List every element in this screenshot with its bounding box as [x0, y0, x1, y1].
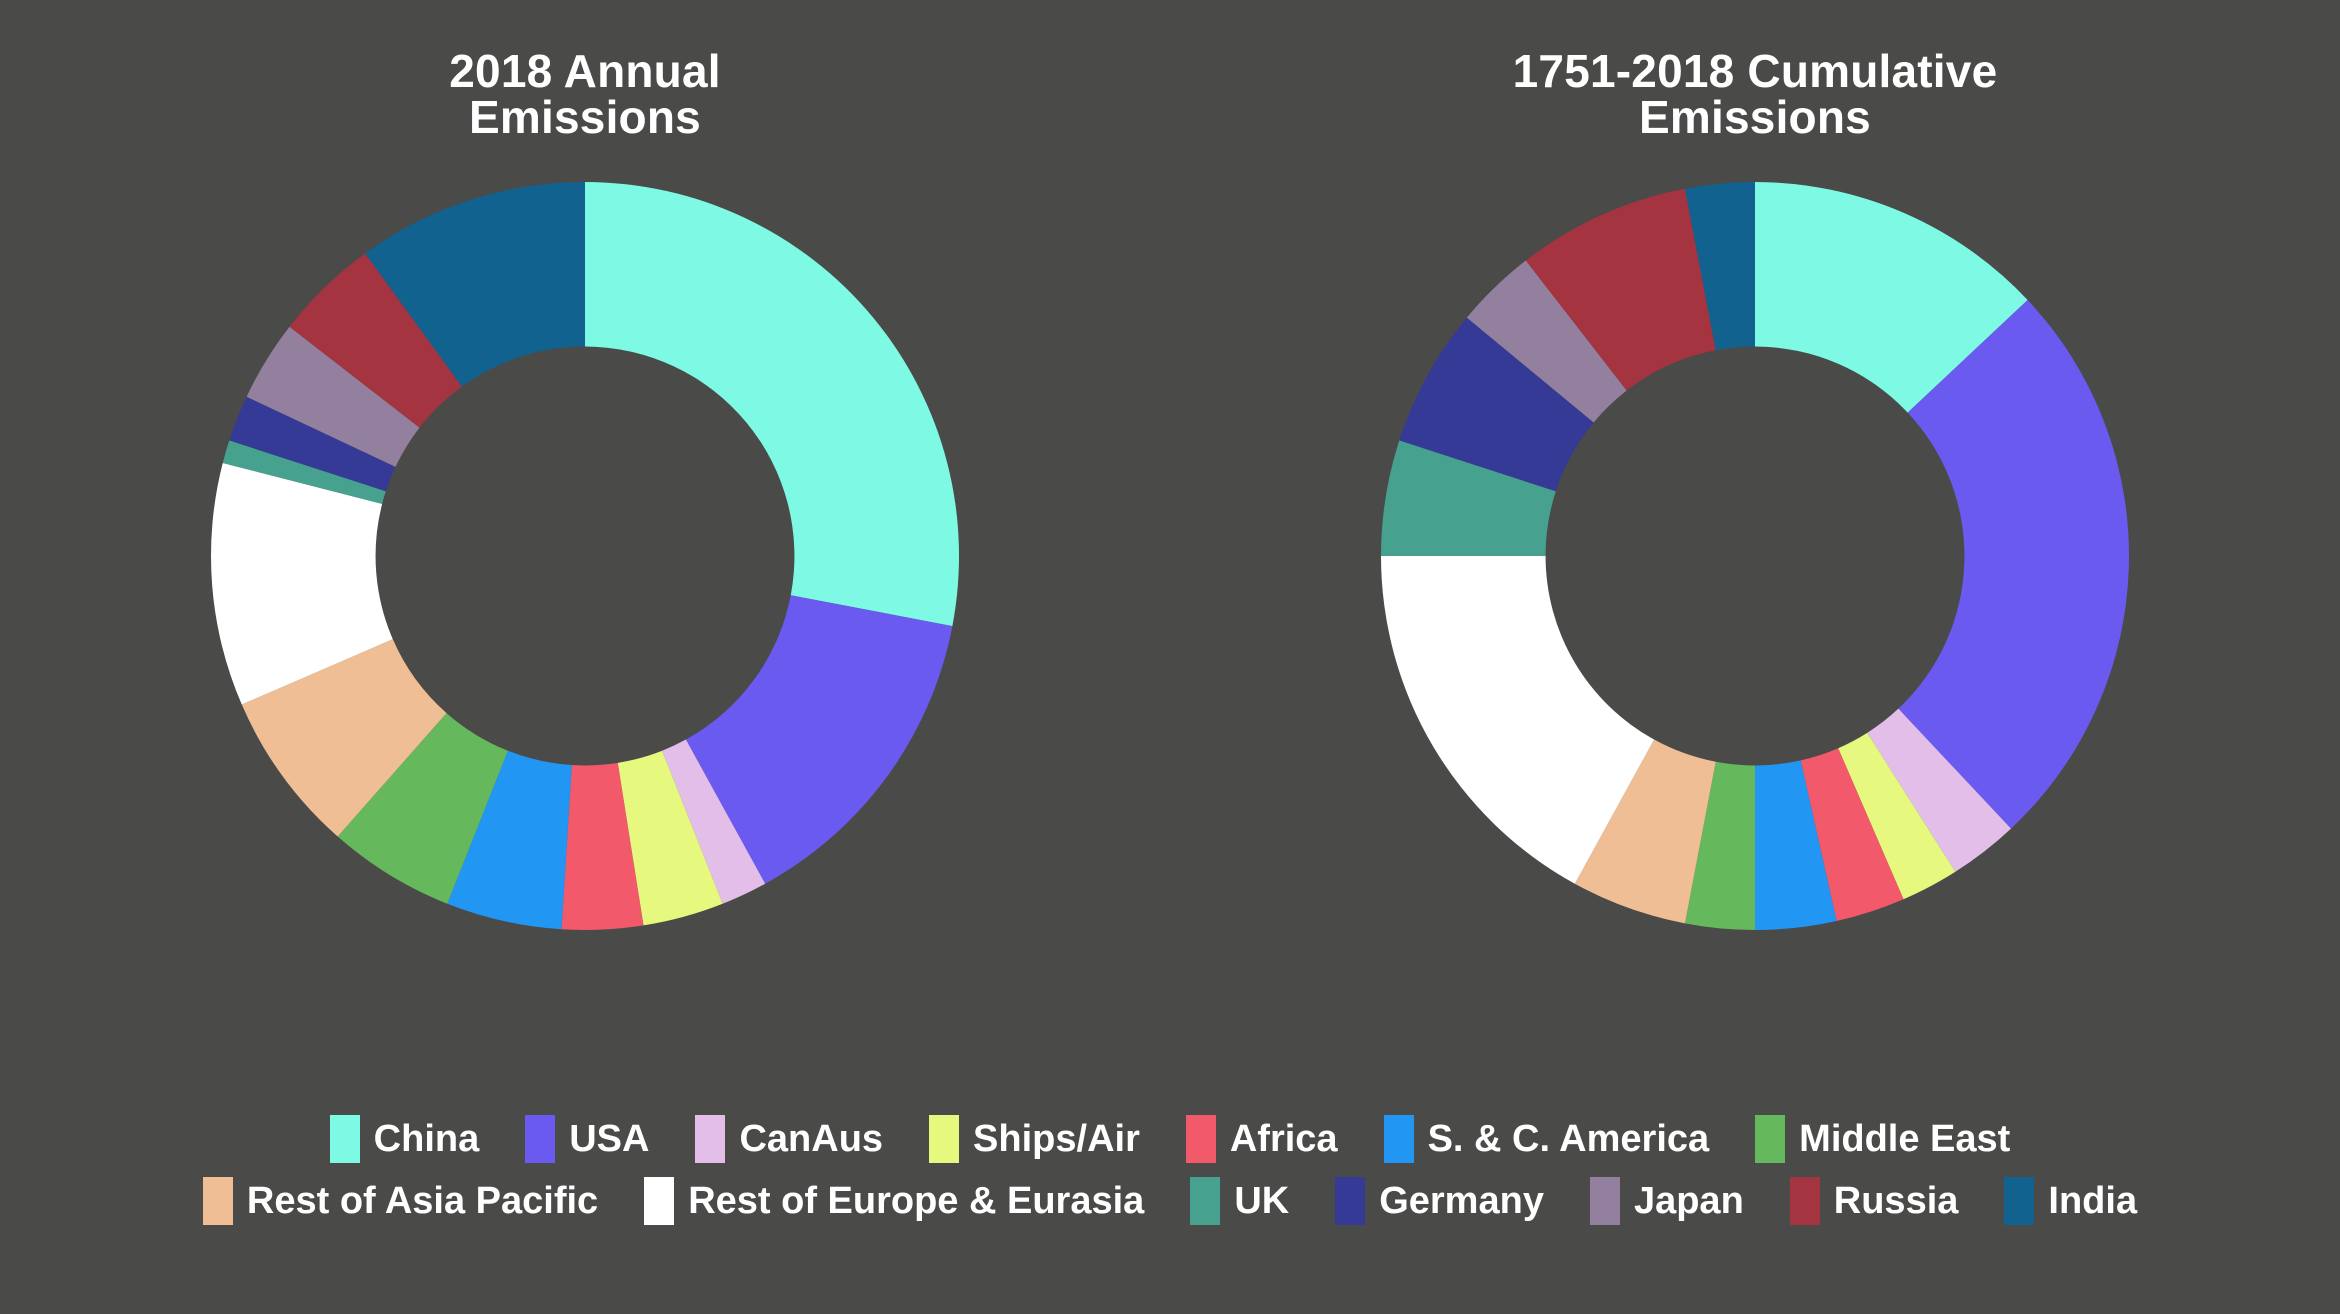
legend-item-label: USA	[569, 1118, 650, 1160]
legend-swatch-icon	[1789, 1177, 1820, 1225]
chart-title-annual: 2018 Annual Emissions	[449, 45, 721, 143]
legend-item[interactable]: India	[2004, 1177, 2137, 1225]
legend-item-label: Ships/Air	[973, 1118, 1140, 1160]
legend-swatch-icon	[525, 1115, 556, 1163]
legend-item[interactable]: USA	[525, 1115, 649, 1163]
legend-swatch-icon	[929, 1115, 960, 1163]
legend-swatch-icon	[2004, 1177, 2035, 1225]
legend-row-2: Rest of Asia Pacific Rest of Europe & Eur…	[202, 1177, 2137, 1225]
legend-item[interactable]: UK	[1190, 1177, 1289, 1225]
legend-swatch-icon	[1589, 1177, 1620, 1225]
legend-item-label: S. & C. America	[1427, 1118, 1710, 1160]
legend-swatch-icon	[1755, 1115, 1786, 1163]
charts-row: 2018 Annual Emissions 1751-2018 Cumulati…	[0, 0, 2340, 1090]
legend-item[interactable]: Rest of Europe & Eurasia	[644, 1177, 1144, 1225]
legend-swatch-icon	[1335, 1177, 1366, 1225]
chart-panel-cumulative: 1751-2018 Cumulative Emissions	[1170, 0, 2340, 1090]
legend-swatch-icon	[695, 1115, 726, 1163]
donut-chart-annual	[205, 176, 965, 936]
legend-item-label: CanAus	[739, 1118, 884, 1160]
legend-swatch-icon	[1185, 1115, 1216, 1163]
chart-title-cumulative: 1751-2018 Cumulative Emissions	[1512, 45, 1998, 143]
legend-swatch-icon	[1383, 1115, 1414, 1163]
legend-item-label: Middle East	[1799, 1118, 2011, 1160]
donut-chart-cumulative	[1375, 176, 2135, 936]
legend-item[interactable]: Ships/Air	[929, 1115, 1140, 1163]
legend-row-1: China USA CanAus Ships/Air Africa S. & C. Ame…	[329, 1115, 2010, 1163]
legend-swatch-icon	[644, 1177, 675, 1225]
legend-item-label: Africa	[1229, 1118, 1338, 1160]
legend-item[interactable]: Germany	[1335, 1177, 1544, 1225]
legend-swatch-icon	[202, 1177, 233, 1225]
legend-swatch-icon	[1190, 1177, 1221, 1225]
legend-item[interactable]: Russia	[1789, 1177, 1959, 1225]
donut-segment[interactable]	[585, 182, 959, 627]
legend-item[interactable]: China	[329, 1115, 480, 1163]
legend-item[interactable]: S. & C. America	[1383, 1115, 1710, 1163]
legend-item-label: Japan	[1633, 1180, 1744, 1222]
legend-item-label: India	[2048, 1180, 2138, 1222]
chart-page: 2018 Annual Emissions 1751-2018 Cumulati…	[0, 0, 2340, 1314]
legend-item[interactable]: Middle East	[1755, 1115, 2010, 1163]
legend-item-label: Rest of Europe & Eurasia	[688, 1180, 1145, 1222]
chart-panel-annual: 2018 Annual Emissions	[0, 0, 1170, 1090]
legend-item[interactable]: CanAus	[695, 1115, 883, 1163]
legend-item-label: China	[373, 1118, 480, 1160]
chart-legend: China USA CanAus Ships/Air Africa S. & C. Ame…	[0, 1115, 2340, 1225]
legend-item-label: Rest of Asia Pacific	[246, 1180, 599, 1222]
legend-item[interactable]: Rest of Asia Pacific	[202, 1177, 599, 1225]
legend-item-label: Russia	[1833, 1180, 1959, 1222]
legend-item[interactable]: Africa	[1185, 1115, 1338, 1163]
legend-swatch-icon	[329, 1115, 360, 1163]
legend-item-label: Germany	[1379, 1180, 1544, 1222]
legend-item-label: UK	[1234, 1180, 1290, 1222]
legend-item[interactable]: Japan	[1589, 1177, 1744, 1225]
